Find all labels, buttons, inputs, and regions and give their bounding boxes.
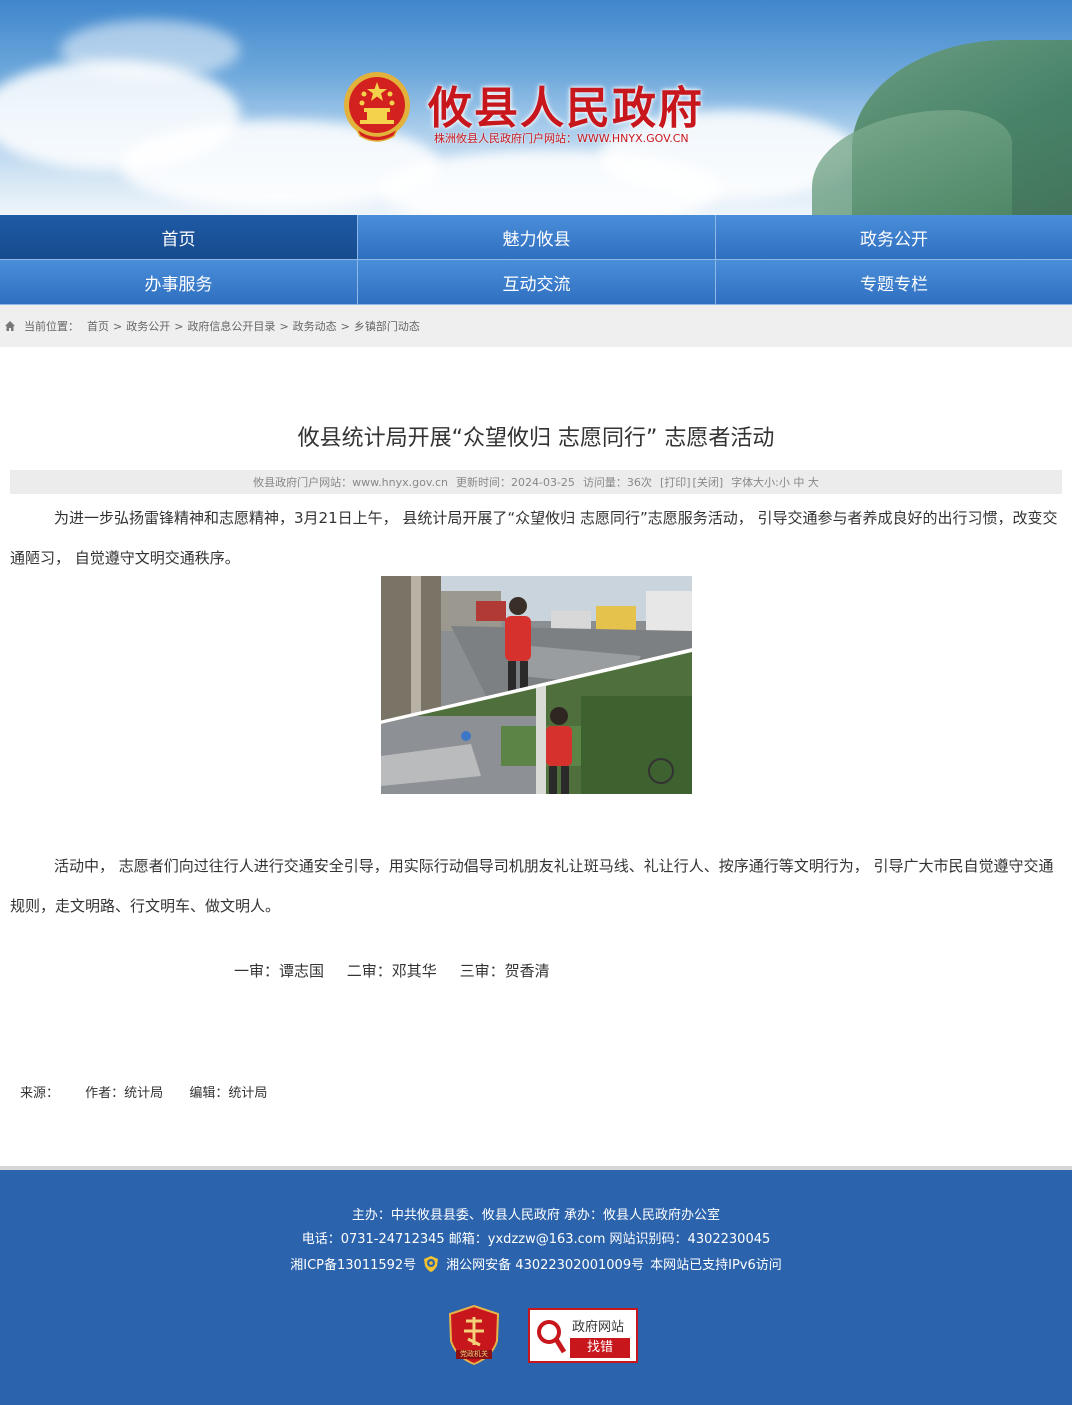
font-size-switch[interactable]: 字体大小:小 中 大 bbox=[731, 474, 819, 490]
third-reviewer: 三审：贺香清 bbox=[459, 962, 550, 980]
footer-contact: 电话：0731-24712345 邮箱：yxdzzw@163.com 网站识别码… bbox=[301, 1232, 771, 1247]
meta-site: 攸县政府门户网站：www.hnyx.gov.cn bbox=[253, 476, 448, 489]
nav-item-special-topics[interactable]: 专题专栏 bbox=[716, 260, 1072, 305]
magnifier-icon bbox=[537, 1320, 567, 1354]
article-title: 攸县统计局开展“众望攸归 志愿同行” 志愿者活动 bbox=[297, 426, 775, 451]
nav-item-interaction[interactable]: 互动交流 bbox=[358, 260, 716, 305]
breadcrumb-township-news[interactable]: 乡镇部门动态 bbox=[354, 318, 420, 334]
national-emblem-icon bbox=[344, 72, 410, 142]
breadcrumb-news[interactable]: 政务动态 bbox=[293, 318, 337, 334]
footer-organizer: 主办：中共攸县县委、攸县人民政府 承办：攸县人民政府办公室 bbox=[351, 1208, 721, 1223]
police-record-link[interactable]: 湘公网安备 43022302001009号 bbox=[446, 1254, 644, 1273]
volunteer-activity-photo bbox=[381, 576, 692, 794]
breadcrumb-home[interactable]: 首页 bbox=[87, 318, 109, 334]
ipv6-note: 本网站已支持IPv6访问 bbox=[650, 1258, 782, 1273]
nav-item-government-affairs[interactable]: 政务公开 bbox=[716, 215, 1072, 260]
source-label: 来源： bbox=[20, 1086, 60, 1101]
breadcrumb: 当前位置： 首页 > 政务公开 > 政府信息公开目录 > 政务动态 > 乡镇部门… bbox=[0, 305, 1072, 347]
meta-views: 访问量：36次 bbox=[582, 476, 652, 489]
breadcrumb-government-affairs[interactable]: 政务公开 bbox=[126, 318, 170, 334]
article-paragraph-2: 活动中， 志愿者们向过往行人进行交通安全引导，用实际行动倡导司机朋友礼让斑马线、… bbox=[10, 857, 1054, 915]
icp-link[interactable]: 湘ICP备13011592号 bbox=[290, 1254, 416, 1273]
nav-item-charm-youxian[interactable]: 魅力攸县 bbox=[358, 215, 716, 260]
review-info: 一审：谭志国 二审：邓其华 三审：贺香清 bbox=[234, 960, 568, 981]
main-nav: 首页 魅力攸县 政务公开 办事服务 互动交流 专题专栏 bbox=[0, 215, 1072, 305]
home-icon bbox=[5, 321, 15, 331]
print-link[interactable]: [打印] bbox=[660, 474, 691, 490]
party-government-badge[interactable]: 党政机关 bbox=[448, 1304, 500, 1366]
close-link[interactable]: [关闭] bbox=[693, 474, 724, 490]
breadcrumb-info-catalog[interactable]: 政府信息公开目录 bbox=[187, 318, 275, 334]
report-error-button[interactable]: 政府网站 找错 bbox=[528, 1308, 638, 1363]
footer-registration: 湘ICP备13011592号 湘公网安备 43022302001009号 本网站… bbox=[0, 1254, 1072, 1273]
error-action: 找错 bbox=[570, 1338, 630, 1358]
first-reviewer: 一审：谭志国 bbox=[234, 962, 325, 980]
police-badge-icon bbox=[424, 1255, 439, 1272]
article-meta: 攸县政府门户网站：www.hnyx.gov.cn 更新时间：2024-03-25… bbox=[10, 470, 1062, 494]
breadcrumb-prefix: 当前位置： bbox=[24, 320, 79, 333]
second-reviewer: 二审：邓其华 bbox=[346, 962, 437, 980]
author-label: 作者：统计局 bbox=[85, 1086, 164, 1101]
site-title: 攸县人民政府 bbox=[428, 83, 704, 134]
article-source: 来源： 作者：统计局 编辑：统计局 bbox=[20, 1082, 289, 1101]
meta-updated: 更新时间：2024-03-25 bbox=[456, 476, 575, 489]
nav-item-services[interactable]: 办事服务 bbox=[0, 260, 358, 305]
nav-item-home[interactable]: 首页 bbox=[0, 215, 358, 260]
editor-label: 编辑：统计局 bbox=[189, 1086, 268, 1101]
site-subtitle: 株洲攸县人民政府门户网站：WWW.HNYX.GOV.CN bbox=[434, 132, 689, 145]
site-footer: 主办：中共攸县县委、攸县人民政府 承办：攸县人民政府办公室 电话：0731-24… bbox=[0, 1170, 1072, 1405]
header-banner: 攸县人民政府 株洲攸县人民政府门户网站：WWW.HNYX.GOV.CN bbox=[0, 0, 1072, 215]
error-title: 政府网站 bbox=[572, 1320, 625, 1335]
article-paragraph-1: 为进一步弘扬雷锋精神和志愿精神，3月21日上午， 县统计局开展了“众望攸归 志愿… bbox=[10, 509, 1058, 567]
